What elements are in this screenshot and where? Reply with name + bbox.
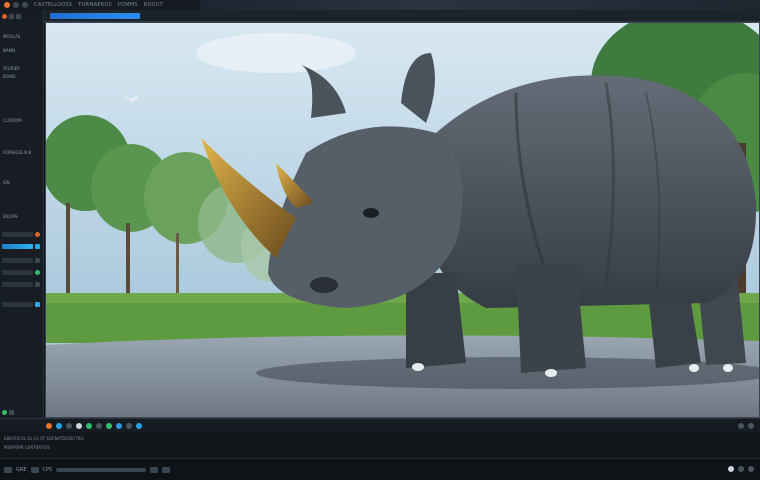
stop-icon[interactable] [76,422,82,429]
loop-icon[interactable] [86,422,92,429]
layer-row-5[interactable] [2,280,40,288]
maximize-window-icon[interactable] [22,2,28,8]
help-icon[interactable] [738,466,744,472]
panel-label-3: ATURIEP [3,66,20,71]
panel-icon[interactable] [9,13,14,19]
play-button-icon[interactable] [56,422,62,429]
panel-label-7: SIN [3,180,10,185]
next-icon[interactable] [748,423,754,429]
window-controls [4,2,28,8]
status-line-1: EBEATICOL OL LS AT SOCNATDOISCTRO [4,436,84,441]
secondary-toolbar [44,10,760,22]
notification-icon[interactable] [728,466,734,472]
bottom-icon-3[interactable] [150,466,159,473]
layer-row-6[interactable] [2,300,40,308]
layer-icon[interactable] [35,243,40,249]
panel-label-6: ROREIGIS ALB [3,150,32,155]
left-tools-panel: MOOLAS NAMN ATURIEP BONIS CLOORIM ROREIG… [0,10,44,420]
layer-toggle-icon[interactable] [116,422,122,429]
layer-bar[interactable] [2,257,33,263]
layer-bar[interactable] [2,231,33,237]
bottom-icon-1[interactable] [4,466,12,473]
rhino-scene [46,23,759,417]
layer-row-2[interactable] [2,242,40,250]
menu-item-2[interactable]: TORMAEROS [78,2,112,8]
bottom-mid-label: CPS [42,466,53,473]
panel-label-4: BONIS [3,74,16,79]
panel-label-8: BIOUPE [3,214,18,219]
active-document-tab[interactable] [50,12,140,19]
timeline-bar [0,418,760,432]
visibility-icon[interactable] [35,231,40,237]
status-icon[interactable] [2,409,7,415]
record-button-icon[interactable] [46,422,52,429]
bottom-right-controls [728,466,754,472]
layer-icon[interactable] [35,257,40,263]
step-icon[interactable] [66,422,72,429]
cloud [196,33,356,73]
layer-icon[interactable] [35,281,40,287]
bottom-icon-4[interactable] [162,466,171,473]
menu-accent-strip [200,0,760,10]
panel-icon-2[interactable] [16,13,21,19]
active-layer-bar[interactable] [2,243,33,249]
timeline-right-controls [738,423,754,429]
menu-item-4[interactable]: ROOUT [144,2,163,8]
panel-label-1: MOOLAS [3,34,21,39]
status-area: EBEATICOL OL LS AT SOCNATDOISCTRO MSMPSP… [0,432,760,458]
settings-icon[interactable] [9,409,14,415]
layer-bar[interactable] [2,269,33,275]
panel-label-2: NAMN [3,48,16,53]
layer-row-4[interactable] [2,268,40,276]
zoom-slider[interactable] [56,467,147,472]
bottom-left-label: GRE [16,466,27,473]
prev-icon[interactable] [738,423,744,429]
panel-label-5: CLOORIM [3,118,22,123]
user-icon[interactable] [748,466,754,472]
zoom-icon[interactable] [126,422,132,429]
layer-icon[interactable] [35,301,40,307]
image-viewport[interactable] [45,22,760,418]
panel-footer-row [2,408,40,416]
panel-header-row [2,12,40,20]
layer-row-1[interactable] [2,230,40,238]
marker-icon[interactable] [96,422,102,429]
layer-bar[interactable] [2,281,33,287]
close-window-icon[interactable] [4,2,10,8]
layer-row-3[interactable] [2,256,40,264]
layer-status-icon[interactable] [35,269,40,275]
minimize-window-icon[interactable] [13,2,19,8]
menu-item-1[interactable]: CASTELLOOSS [34,2,72,8]
status-line-2: MSMPSPR CENTRATIOS [4,445,50,450]
menu-bar: CASTELLOOSS TORMAEROS POMMS ROOUT [0,0,760,10]
bottom-icon-2[interactable] [30,466,39,473]
settings-icon[interactable] [136,422,142,429]
menu-item-3[interactable]: POMMS [118,2,138,8]
bottom-bar: GRE CPS [0,458,760,480]
layer-bar[interactable] [2,301,33,307]
record-icon[interactable] [2,13,7,19]
snap-icon[interactable] [106,422,112,429]
